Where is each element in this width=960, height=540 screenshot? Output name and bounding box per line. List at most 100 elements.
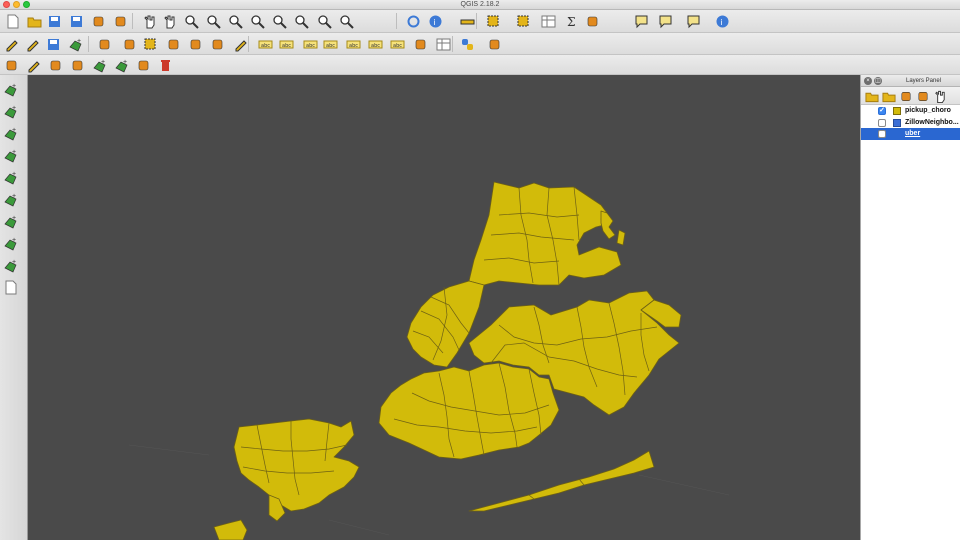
- paste-features-icon[interactable]: [209, 36, 225, 52]
- manhattan-area[interactable]: [406, 280, 485, 368]
- identify-icon[interactable]: i: [427, 13, 443, 29]
- measure-icon[interactable]: [459, 13, 475, 29]
- node-tool-icon[interactable]: [121, 36, 137, 52]
- bronx-area[interactable]: [468, 181, 622, 286]
- add-oracle-icon[interactable]: +: [2, 257, 18, 273]
- layer-visibility-checkbox[interactable]: ✓: [878, 107, 886, 115]
- plugin-icon[interactable]: [486, 36, 502, 52]
- save-edits-icon[interactable]: [45, 36, 61, 52]
- move-label-icon[interactable]: abc: [322, 36, 338, 52]
- add-wms-icon[interactable]: +: [2, 169, 18, 185]
- label-icon[interactable]: abc: [257, 36, 273, 52]
- add-vector-layer-icon[interactable]: +: [2, 81, 18, 97]
- delete-selected-icon[interactable]: [142, 36, 158, 52]
- add-mssql-icon[interactable]: +: [2, 235, 18, 251]
- zoom-in-icon[interactable]: [183, 13, 199, 29]
- fill-ring-icon[interactable]: [135, 57, 151, 73]
- layer-row[interactable]: ✓ pickup_choro: [861, 105, 960, 117]
- advanced-digitizing-toolbar: + +: [0, 55, 960, 75]
- svg-text:+: +: [12, 149, 16, 156]
- zoom-to-selection-icon[interactable]: [249, 13, 265, 29]
- annotation-icon[interactable]: [633, 13, 649, 29]
- statistics-icon[interactable]: Σ: [563, 13, 579, 29]
- manage-visibility-icon[interactable]: [899, 89, 913, 103]
- new-project-icon[interactable]: [4, 13, 20, 29]
- show-hide-labels-icon[interactable]: abc: [302, 36, 318, 52]
- help-icon[interactable]: i: [714, 13, 730, 29]
- map-view[interactable]: [29, 75, 860, 540]
- add-postgis-icon[interactable]: +: [2, 147, 18, 163]
- zoom-to-layer-icon[interactable]: [271, 13, 287, 29]
- map-tips-icon[interactable]: [657, 13, 673, 29]
- qgis-window: QGIS 2.18.2 i Σi + abc abc abc abc abc abc abc +…: [0, 0, 960, 540]
- rotate-feature-icon[interactable]: [47, 57, 63, 73]
- map-canvas[interactable]: [29, 75, 860, 540]
- add-feature-icon[interactable]: +: [67, 36, 83, 52]
- rotate-label-icon[interactable]: abc: [345, 36, 361, 52]
- attribute-table-icon[interactable]: [540, 13, 556, 29]
- csv-icon[interactable]: [435, 36, 451, 52]
- svg-text:+: +: [12, 105, 16, 112]
- staten-island-area[interactable]: [233, 418, 360, 512]
- select-features-icon[interactable]: [485, 13, 501, 29]
- snapping-icon[interactable]: [3, 57, 19, 73]
- layer-row[interactable]: ZillowNeighbo...: [861, 117, 960, 129]
- print-composer-icon[interactable]: [90, 13, 106, 29]
- layer-visibility-checkbox[interactable]: [878, 130, 886, 138]
- panel-float-icon[interactable]: ◫: [874, 77, 882, 85]
- save-as-icon[interactable]: [68, 13, 84, 29]
- expand-all-icon[interactable]: [933, 89, 947, 103]
- toolbar-separator: [476, 13, 477, 29]
- toggle-edit-icon[interactable]: [24, 36, 40, 52]
- save-project-icon[interactable]: [46, 13, 62, 29]
- svg-text:abc: abc: [282, 43, 291, 49]
- pan-icon[interactable]: [141, 13, 157, 29]
- zoom-next-icon[interactable]: [338, 13, 354, 29]
- filter-legend-icon[interactable]: [916, 89, 930, 103]
- add-wcs-icon[interactable]: +: [2, 191, 18, 207]
- advanced-digitize-icon[interactable]: [25, 57, 41, 73]
- field-calculator-icon[interactable]: [584, 13, 600, 29]
- open-project-icon[interactable]: [26, 13, 42, 29]
- add-spatialite-icon[interactable]: +: [2, 125, 18, 141]
- add-wfs-icon[interactable]: +: [2, 213, 18, 229]
- layer-visibility-checkbox[interactable]: [878, 118, 886, 127]
- composer-manager-icon[interactable]: [112, 13, 128, 29]
- panel-close-icon[interactable]: ×: [864, 77, 872, 85]
- add-ring-icon[interactable]: +: [91, 57, 107, 73]
- add-part-icon[interactable]: +: [113, 57, 129, 73]
- svg-text:+: +: [12, 237, 16, 244]
- zoom-full-icon[interactable]: [227, 13, 243, 29]
- rockaway-area[interactable]: [468, 450, 655, 512]
- zoom-out-icon[interactable]: [205, 13, 221, 29]
- python-console-icon[interactable]: [459, 36, 475, 52]
- open-style-icon[interactable]: [865, 89, 879, 103]
- change-label-icon[interactable]: abc: [367, 36, 383, 52]
- new-layer-icon[interactable]: [2, 279, 18, 295]
- digitize-icon[interactable]: [232, 36, 248, 52]
- layer-row[interactable]: uber: [861, 128, 960, 140]
- simplify-icon[interactable]: [69, 57, 85, 73]
- refresh-icon[interactable]: [405, 13, 421, 29]
- bronx-islet[interactable]: [600, 210, 616, 240]
- add-raster-layer-icon[interactable]: +: [2, 103, 18, 119]
- add-group-icon[interactable]: [882, 89, 896, 103]
- copy-features-icon[interactable]: [187, 36, 203, 52]
- pan-to-selection-icon[interactable]: [161, 13, 177, 29]
- svg-text:+: +: [12, 193, 16, 200]
- layer-symbol-icon: [893, 118, 901, 127]
- delete-ring-icon[interactable]: [157, 57, 173, 73]
- db-manager-icon[interactable]: [412, 36, 428, 52]
- zoom-last-icon[interactable]: [316, 13, 332, 29]
- move-feature-icon[interactable]: [96, 36, 112, 52]
- pin-labels-icon[interactable]: abc: [278, 36, 294, 52]
- text-annotation-icon[interactable]: [685, 13, 701, 29]
- zoom-native-icon[interactable]: [293, 13, 309, 29]
- label-tool-icon[interactable]: abc: [389, 36, 405, 52]
- svg-text:i: i: [720, 18, 722, 27]
- ny-fragment[interactable]: [213, 519, 248, 540]
- bronx-islet[interactable]: [616, 229, 626, 246]
- cut-features-icon[interactable]: [165, 36, 181, 52]
- deselect-icon[interactable]: [515, 13, 531, 29]
- current-edits-icon[interactable]: [3, 36, 19, 52]
